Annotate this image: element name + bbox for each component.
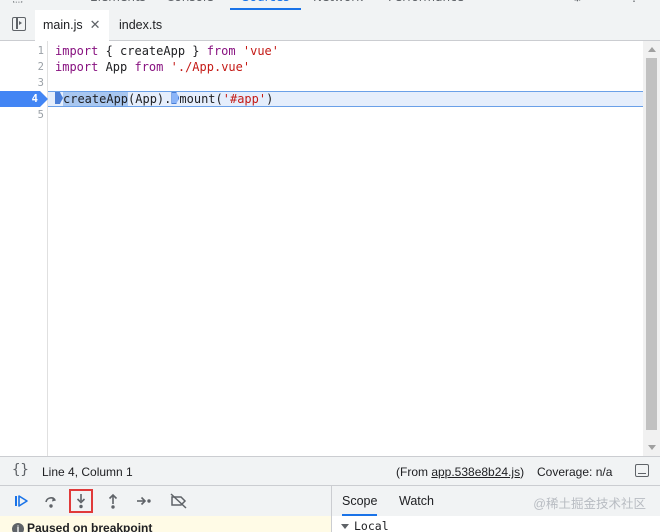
- resume-icon: [15, 495, 28, 507]
- line-number[interactable]: 3: [0, 75, 44, 91]
- code-line-1: import { createApp } from 'vue': [55, 44, 279, 58]
- file-tab-index-ts[interactable]: index.ts: [119, 10, 162, 40]
- info-icon: i: [12, 523, 24, 532]
- step-out-button[interactable]: [101, 489, 125, 513]
- devtools-window: ⬚ Elements Console Sources Network Perfo…: [0, 0, 660, 532]
- line-number[interactable]: 1: [0, 43, 44, 59]
- coverage-status: Coverage: n/a: [537, 465, 613, 479]
- resume-button[interactable]: [9, 489, 33, 513]
- step-over-button[interactable]: [39, 489, 63, 513]
- tab-elements[interactable]: Elements: [90, 0, 146, 10]
- deactivate-breakpoints-icon: [170, 493, 187, 509]
- tab-scope[interactable]: Scope: [342, 486, 378, 516]
- step-into-button[interactable]: [69, 489, 93, 513]
- file-tab-label: index.ts: [119, 18, 163, 32]
- paused-banner: i Paused on breakpoint: [0, 516, 331, 532]
- file-tab-main-js[interactable]: main.js ✕: [35, 10, 109, 41]
- step-over-icon: [45, 497, 56, 508]
- code-editor[interactable]: 1 2 3 5 4 import { createApp } from 'vue…: [0, 41, 660, 456]
- more-icon[interactable]: ⋮: [628, 0, 640, 10]
- step-icon: [137, 496, 151, 506]
- tab-network[interactable]: Network: [313, 0, 363, 10]
- expand-triangle-icon[interactable]: [341, 524, 349, 529]
- file-tab-label: main.js: [43, 18, 83, 32]
- tab-watch[interactable]: Watch: [399, 486, 434, 516]
- file-tab-bar: main.js ✕ index.ts: [0, 10, 660, 41]
- watermark: @稀土掘金技术社区: [533, 497, 646, 511]
- pretty-print-icon[interactable]: {}: [12, 462, 29, 478]
- scroll-up-icon[interactable]: [648, 47, 656, 52]
- breakpoint-line-number: 4: [31, 93, 38, 105]
- settings-icon[interactable]: ⚙: [572, 0, 583, 10]
- tab-performance[interactable]: Performance: [388, 0, 464, 10]
- tab-console[interactable]: Console: [166, 0, 214, 10]
- line-number[interactable]: 5: [0, 107, 44, 123]
- step-button[interactable]: [132, 489, 156, 513]
- sidebar-tab-bar: Scope Watch @稀土掘金技术社区: [332, 485, 660, 517]
- editor-status-bar: {} Line 4, Column 1 (From app.538e8b24.j…: [0, 456, 660, 486]
- source-file-link[interactable]: app.538e8b24.js: [431, 465, 520, 479]
- deactivate-breakpoints-button[interactable]: [166, 489, 190, 513]
- tab-sources[interactable]: Sources: [230, 0, 302, 10]
- step-into-icon: [76, 494, 86, 509]
- debugger-toolbar: [0, 485, 331, 517]
- scope-pane: Local: [332, 516, 660, 532]
- line-number[interactable]: 2: [0, 59, 44, 75]
- scope-local-section[interactable]: Local: [354, 519, 389, 532]
- cursor-position: Line 4, Column 1: [42, 465, 133, 479]
- source-map-origin: (From app.538e8b24.js): [396, 465, 525, 479]
- step-out-icon: [108, 493, 118, 509]
- breakpoint-marker[interactable]: 4: [0, 91, 48, 107]
- editor-scrollbar[interactable]: [643, 41, 660, 456]
- inline-breakpoint-icon[interactable]: [55, 92, 63, 104]
- inspect-icon[interactable]: ⬚: [12, 0, 23, 10]
- close-icon[interactable]: ✕: [90, 10, 101, 40]
- code-line-2: import App from './App.vue': [55, 60, 251, 74]
- toggle-debugger-sidebar-icon[interactable]: [635, 464, 649, 477]
- toggle-navigator-icon[interactable]: [12, 17, 26, 31]
- scroll-down-icon[interactable]: [648, 445, 656, 450]
- code-line-4: createApp(App). mount('#app'): [55, 91, 273, 107]
- paused-message: Paused on breakpoint: [27, 521, 153, 532]
- scrollbar-thumb[interactable]: [646, 58, 657, 430]
